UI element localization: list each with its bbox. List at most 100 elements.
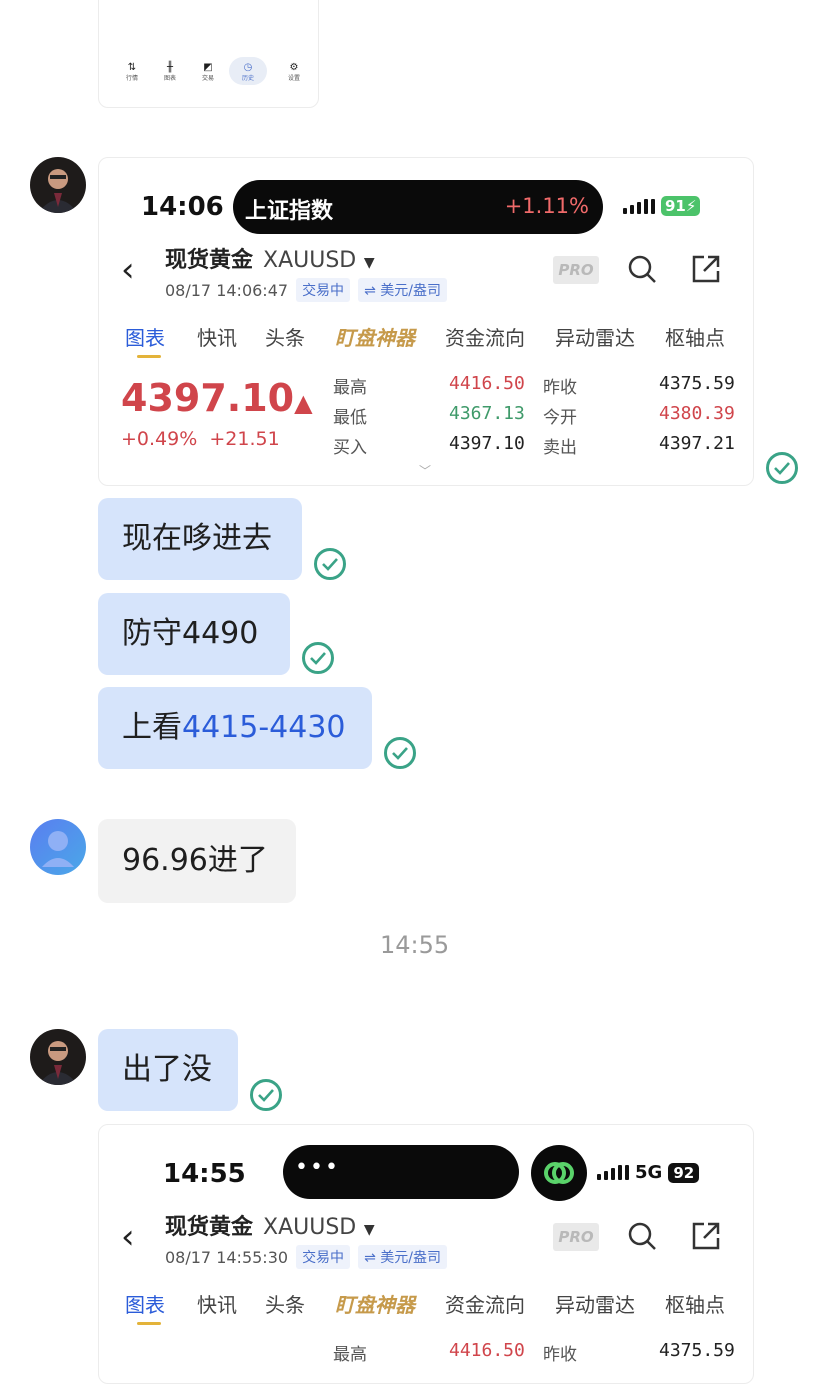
trade-icon: ◩	[203, 62, 213, 73]
avatar[interactable]	[30, 819, 86, 875]
read-check-icon	[302, 642, 334, 674]
tab-radar[interactable]: 异动雷达	[555, 322, 635, 351]
tab-fund-flow[interactable]: 资金流向	[445, 322, 525, 351]
timestamp: 14:55	[380, 931, 450, 959]
read-check-icon	[766, 452, 798, 484]
network-type: 5G	[635, 1162, 663, 1183]
quote-datetime: 08/17 14:06:47	[165, 280, 289, 300]
ticker-name: 上证指数	[245, 199, 334, 224]
change-pct: +0.49%	[121, 428, 198, 450]
quote-value: 4375.59	[659, 373, 735, 394]
battery-icon: 91⚡	[661, 196, 701, 216]
tab-indicator	[137, 355, 161, 358]
tab-watch-tool[interactable]: 盯盘神器	[335, 1289, 415, 1318]
currency-badge: ⇌ 美元/盎司	[358, 278, 447, 302]
quote-label: 昨收	[543, 378, 577, 398]
instrument-code: XAUUSD	[263, 248, 357, 273]
dynamic-island: •••	[283, 1145, 519, 1199]
settings-icon: ⚙	[289, 62, 299, 73]
back-icon[interactable]: ‹	[121, 1217, 135, 1257]
instrument-meta: 08/17 14:55:30 交易中 ⇌ 美元/盎司	[165, 1245, 447, 1269]
chevron-down-icon[interactable]: ▼	[364, 1222, 375, 1238]
tab-pivot[interactable]: 枢轴点	[665, 1289, 725, 1318]
battery-level: 92	[673, 1163, 695, 1182]
tab-headlines[interactable]: 头条	[265, 1289, 305, 1318]
quote-datetime: 08/17 14:55:30	[165, 1247, 289, 1267]
signal-icon	[597, 1165, 629, 1180]
signal-icon	[623, 198, 655, 214]
read-check-icon	[314, 548, 346, 580]
tab-fund-flow[interactable]: 资金流向	[445, 1289, 525, 1318]
instrument-code: XAUUSD	[263, 1215, 357, 1240]
chevron-down-icon[interactable]: ▼	[364, 255, 375, 271]
nav-label: 设置	[287, 75, 300, 82]
nav-label: 历史	[241, 75, 254, 82]
image-message-top[interactable]: ⇅ 行情 ╫ 图表 ◩ 交易 ◷ 历史 ⚙ 设置	[98, 0, 319, 108]
instrument-title: 现货黄金 XAUUSD ▼	[165, 242, 375, 274]
tab-chart[interactable]: 图表	[125, 1289, 165, 1318]
image-message-quote-1[interactable]: 14:06 上证指数 +1.11% 91⚡ ‹ 现货黄金 XAUUSD ▼ 08/…	[98, 157, 754, 486]
last-price: 4397.10▲	[121, 376, 313, 420]
quote-label: 最高	[333, 378, 367, 398]
back-icon[interactable]: ‹	[121, 250, 135, 290]
tab-radar[interactable]: 异动雷达	[555, 1289, 635, 1318]
quote-label: 最高	[333, 1345, 367, 1365]
status-time: 14:06	[141, 192, 224, 222]
pro-badge[interactable]: PRO	[553, 1223, 599, 1251]
instrument-name: 现货黄金	[165, 1215, 254, 1240]
battery-level: 91	[665, 197, 686, 215]
message-bubble[interactable]: 出了没	[98, 1029, 238, 1111]
quote-value: 4380.39	[659, 403, 735, 424]
search-icon[interactable]	[627, 1221, 657, 1255]
tab-pivot[interactable]: 枢轴点	[665, 322, 725, 351]
expand-chevron-icon[interactable]: ﹀	[419, 462, 431, 479]
quote-label: 最低	[333, 408, 367, 428]
tab-flash[interactable]: 快讯	[197, 1289, 237, 1318]
quote-value: 4397.21	[659, 433, 735, 454]
instrument-title: 现货黄金 XAUUSD ▼	[165, 1209, 375, 1241]
nav-item-quotes: ⇅ 行情	[119, 62, 145, 83]
nav-label: 交易	[201, 75, 214, 82]
message-text: 上看	[122, 710, 182, 745]
avatar[interactable]	[30, 1029, 86, 1085]
status-icons: 5G 92	[597, 1162, 700, 1183]
tab-bar: 图表 快讯 头条 盯盘神器 资金流向 异动雷达 枢轴点	[125, 1289, 745, 1319]
share-icon[interactable]	[691, 1221, 721, 1255]
tab-flash[interactable]: 快讯	[197, 322, 237, 351]
nav-label: 行情	[125, 75, 138, 82]
image-message-quote-2[interactable]: 14:55 ••• 5G 92 ‹ 现货黄金 XAUUSD ▼ 08/17 14:…	[98, 1124, 754, 1384]
candles-icon: ╫	[166, 62, 174, 73]
message-bubble[interactable]: 防守4490	[98, 593, 290, 675]
quote-value: 4397.10	[449, 433, 525, 454]
quote-label: 卖出	[543, 438, 577, 458]
history-icon: ◷	[243, 62, 253, 73]
search-icon[interactable]	[627, 254, 657, 288]
app-activity-icon	[531, 1145, 587, 1201]
nav-label: 图表	[163, 75, 176, 82]
dynamic-island-ticker: 上证指数 +1.11%	[233, 180, 603, 234]
tab-headlines[interactable]: 头条	[265, 322, 305, 351]
price-value: 4397.10	[121, 376, 295, 420]
tab-chart[interactable]: 图表	[125, 322, 165, 351]
share-icon[interactable]	[691, 254, 721, 288]
nav-item-history: ◷ 历史	[229, 57, 267, 85]
message-bubble[interactable]: 现在哆进去	[98, 498, 302, 580]
message-bubble[interactable]: 上看4415-4430	[98, 687, 372, 769]
quotes-icon: ⇅	[127, 62, 137, 73]
instrument-meta: 08/17 14:06:47 交易中 ⇌ 美元/盎司	[165, 278, 447, 302]
nav-item-chart: ╫ 图表	[157, 62, 183, 83]
avatar[interactable]	[30, 157, 86, 213]
message-link[interactable]: 4415-4430	[182, 710, 346, 745]
currency-badge: ⇌ 美元/盎司	[358, 1245, 447, 1269]
tab-watch-tool[interactable]: 盯盘神器	[335, 322, 415, 351]
dots-icon: •••	[295, 1155, 340, 1180]
read-check-icon	[250, 1079, 282, 1111]
change-abs: +21.51	[209, 428, 280, 450]
quote-value: 4375.59	[659, 1340, 735, 1361]
message-bubble[interactable]: 96.96进了	[98, 819, 296, 903]
pro-badge[interactable]: PRO	[553, 256, 599, 284]
quote-label: 昨收	[543, 1345, 577, 1365]
trading-status-badge: 交易中	[296, 278, 351, 302]
quote-label: 买入	[333, 438, 367, 458]
instrument-name: 现货黄金	[165, 248, 254, 273]
